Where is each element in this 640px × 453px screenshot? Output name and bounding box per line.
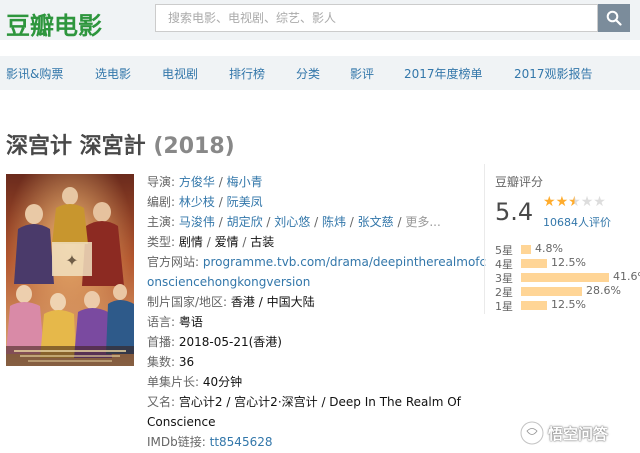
rating-bar: [521, 245, 531, 254]
runtime-value: 40分钟: [202, 375, 243, 389]
info-imdb: IMDb链接: tt8545628: [147, 433, 272, 451]
nav-item-charts[interactable]: 排行榜: [229, 65, 265, 82]
writer-label: 编剧:: [147, 195, 176, 209]
watermark-logo: 悟空问答: [518, 418, 634, 448]
rating-label: 豆瓣评分: [495, 175, 544, 189]
release-label: 首播:: [147, 335, 176, 349]
genre-value: 古装: [250, 235, 275, 249]
rating-panel: 豆瓣评分 5.4 ★★★★★ 10684人评价 5星 4.8% 4星 12.5%…: [484, 164, 640, 314]
rating-bar: [521, 301, 547, 310]
cast-link[interactable]: 刘心悠: [274, 215, 310, 229]
region-label: 制片国家/地区:: [147, 295, 228, 309]
director-link[interactable]: 梅小青: [227, 175, 263, 189]
nav-item-explore[interactable]: 选电影: [95, 65, 131, 82]
aka-value-cont: Conscience: [147, 415, 216, 429]
rating-row-percent: 41.6%: [613, 270, 640, 283]
cast-link[interactable]: 马浚伟: [179, 215, 215, 229]
runtime-label: 单集片长:: [147, 375, 200, 389]
info-runtime: 单集片长: 40分钟: [147, 373, 242, 391]
aka-label: 又名:: [147, 395, 176, 409]
search-button[interactable]: [598, 4, 630, 32]
rating-stars: ★★★★★: [543, 194, 606, 210]
site-logo[interactable]: 豆瓣电影: [6, 6, 102, 41]
rating-bar: [521, 287, 582, 296]
language-value: 粤语: [178, 315, 203, 329]
cast-label: 主演:: [147, 215, 176, 229]
nav-item-categories[interactable]: 分类: [296, 65, 320, 82]
rating-row-percent: 12.5%: [551, 298, 586, 311]
rating-row-percent: 12.5%: [551, 256, 586, 269]
cast-more-link[interactable]: 更多...: [405, 215, 440, 229]
info-language: 语言: 粤语: [147, 313, 203, 331]
info-website-cont: onsciencehongkongversion: [147, 273, 310, 291]
site-label: 官方网站:: [147, 255, 200, 269]
genre-label: 类型:: [147, 235, 176, 249]
genre-value: 剧情: [178, 235, 203, 249]
star-full-icon: ★: [555, 194, 569, 210]
rating-row-percent: 4.8%: [535, 242, 563, 255]
watermark-text: 悟空问答: [548, 425, 609, 443]
nav-item-tickets[interactable]: 影讯&购票: [6, 65, 63, 82]
info-genres: 类型: 剧情 / 爱情 / 古装: [147, 235, 275, 249]
rating-row-percent: 28.6%: [586, 284, 621, 297]
poster-image[interactable]: ✦: [6, 174, 134, 366]
site-link-cont[interactable]: onsciencehongkongversion: [147, 275, 310, 289]
nav-item-reviews[interactable]: 影评: [350, 65, 374, 82]
nav-item-tv[interactable]: 电视剧: [162, 65, 198, 82]
cast-link[interactable]: 张文慈: [358, 215, 394, 229]
info-episodes: 集数: 36: [147, 353, 194, 371]
cast-link[interactable]: 陈炜: [322, 215, 346, 229]
star-empty-icon: ★: [593, 194, 606, 210]
imdb-label: IMDb链接:: [147, 435, 206, 449]
genre-value: 爱情: [214, 235, 239, 249]
site-link[interactable]: programme.tvb.com/drama/deepintherealmof…: [203, 255, 486, 269]
nav-item-annual-report[interactable]: 2017观影报告: [514, 65, 593, 82]
search-icon: [606, 10, 622, 26]
nav-bar: 影讯&购票 选电影 电视剧 排行榜 分类 影评 2017年度榜单 2017观影报…: [0, 56, 640, 90]
movie-year: (2018): [153, 134, 235, 159]
rating-row-label: 1星: [495, 300, 513, 313]
writer-link[interactable]: 林少枝: [179, 195, 215, 209]
rating-bar: [521, 259, 547, 268]
info-release: 首播: 2018-05-21(香港): [147, 333, 282, 351]
region-value: 香港 / 中国大陆: [230, 295, 315, 309]
info-writers: 编剧: 林少枝 / 阮美凤: [147, 195, 263, 209]
episodes-label: 集数:: [147, 355, 176, 369]
rating-bar: [521, 273, 609, 282]
info-directors: 导演: 方俊华 / 梅小青: [147, 175, 263, 189]
search-input[interactable]: [156, 5, 597, 31]
episodes-value: 36: [178, 355, 195, 369]
release-value: 2018-05-21(香港): [178, 335, 282, 349]
page-title: 深宫计 深宮計 (2018): [6, 128, 235, 160]
language-label: 语言:: [147, 315, 176, 329]
rating-votes-link[interactable]: 10684人评价: [543, 214, 611, 230]
info-cast: 主演: 马浚伟 / 胡定欣 / 刘心悠 / 陈炜 / 张文慈 / 更多...: [147, 215, 441, 229]
rating-score: 5.4: [495, 198, 534, 226]
top-bar: 豆瓣电影: [0, 0, 640, 40]
search-box: [155, 4, 598, 32]
star-half-icon: ★: [568, 194, 581, 210]
imdb-link[interactable]: tt8545628: [210, 435, 273, 449]
cast-link[interactable]: 胡定欣: [227, 215, 263, 229]
svg-text:✦: ✦: [65, 251, 78, 270]
writer-link[interactable]: 阮美凤: [227, 195, 263, 209]
info-website: 官方网站: programme.tvb.com/drama/deepinther…: [147, 253, 486, 271]
info-aka: 又名: 宫心计2 / 宫心计2·深宫计 / Deep In The Realm …: [147, 393, 461, 411]
aka-value: 宫心计2 / 宫心计2·深宫计 / Deep In The Realm Of: [178, 395, 461, 409]
movie-title: 深宫计 深宮計: [6, 134, 146, 159]
info-aka-cont: Conscience: [147, 413, 215, 431]
nav-item-annual-list[interactable]: 2017年度榜单: [404, 65, 483, 82]
star-full-icon: ★: [543, 194, 556, 210]
director-label: 导演:: [147, 175, 176, 189]
star-empty-icon: ★: [580, 194, 594, 210]
info-region: 制片国家/地区: 香港 / 中国大陆: [147, 293, 315, 311]
director-link[interactable]: 方俊华: [179, 175, 215, 189]
